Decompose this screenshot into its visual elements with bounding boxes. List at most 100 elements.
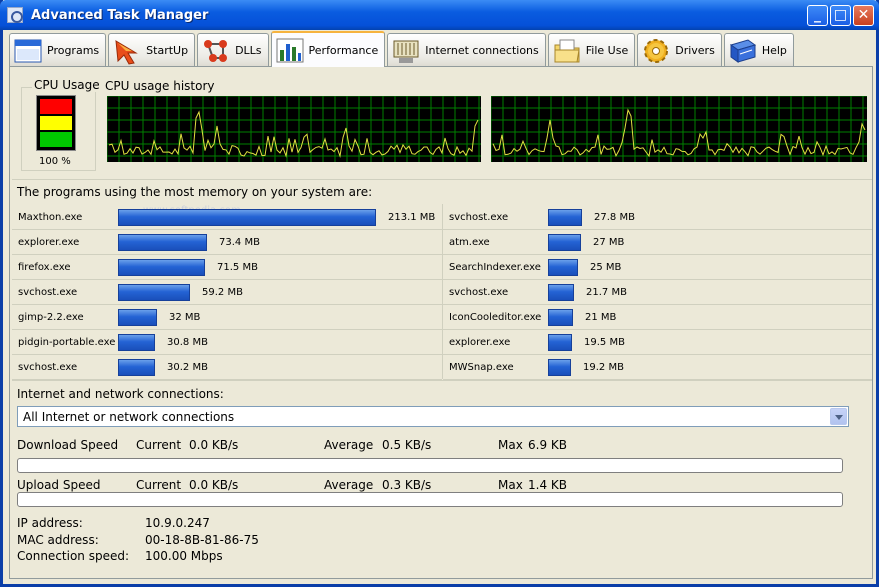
memory-bar — [548, 209, 582, 226]
upload-average-value: 0.3 KB/s — [382, 478, 432, 492]
memory-value: 21.7 MB — [586, 287, 627, 298]
upload-current-label: Current — [136, 478, 182, 492]
minimize-button[interactable]: _ — [807, 5, 828, 26]
process-name: gimp-2.2.exe — [18, 312, 84, 323]
dll-molecule-icon — [201, 37, 231, 65]
process-name: MWSnap.exe — [449, 362, 514, 373]
upload-current-value: 0.0 KB/s — [189, 478, 239, 492]
ip-address-value: 10.9.0.247 — [145, 516, 210, 530]
download-average-label: Average — [324, 438, 374, 452]
tab-startup[interactable]: StartUp — [108, 33, 196, 67]
memory-value: 71.5 MB — [217, 262, 258, 273]
maximize-button[interactable]: □ — [830, 5, 851, 26]
ip-address-label: IP address: — [17, 516, 83, 530]
help-book-icon — [728, 37, 758, 65]
memory-bar — [548, 259, 578, 276]
tab-label: Drivers — [675, 44, 715, 57]
tab-dlls[interactable]: DLLs — [197, 33, 269, 67]
meter-segment-yellow — [40, 115, 72, 131]
process-name: pidgin-portable.exe — [18, 337, 116, 348]
memory-row[interactable]: explorer.exe 73.4 MB — [12, 230, 442, 255]
startup-arrow-icon — [112, 37, 142, 65]
memory-row[interactable]: Maxthon.exe 213.1 MB — [12, 205, 442, 230]
download-progress-bar — [17, 458, 843, 473]
memory-bar — [118, 234, 207, 251]
tab-label: StartUp — [146, 44, 189, 57]
maximize-icon: □ — [833, 7, 848, 23]
cpu-history-graph-1 — [107, 96, 481, 162]
performance-chart-icon — [275, 36, 305, 64]
connection-select[interactable]: All Internet or network connections — [17, 406, 849, 427]
memory-row[interactable]: svchost.exe 27.8 MB — [443, 205, 872, 230]
title-bar[interactable]: Advanced Task Manager _ □ ✕ — [0, 0, 879, 30]
memory-row[interactable]: pidgin-portable.exe 30.8 MB — [12, 330, 442, 355]
process-name: Maxthon.exe — [18, 212, 83, 223]
memory-row[interactable]: SearchIndexer.exe 25 MB — [443, 255, 872, 280]
meter-segment-green — [40, 132, 72, 148]
network-icon — [391, 37, 421, 65]
cpu-usage-label: CPU Usage — [32, 78, 102, 92]
tab-internet-connections[interactable]: Internet connections — [387, 33, 546, 67]
window-title: Advanced Task Manager — [31, 7, 209, 23]
programs-window-icon — [13, 37, 43, 65]
tab-drivers[interactable]: Drivers — [637, 33, 722, 67]
network-section-title: Internet and network connections: — [17, 387, 224, 401]
tab-label: File Use — [585, 44, 629, 57]
app-icon[interactable] — [7, 7, 23, 23]
memory-row[interactable]: IconCooleditor.exe 21 MB — [443, 305, 872, 330]
upload-max-value: 1.4 KB — [528, 478, 567, 492]
upload-max-label: Max — [498, 478, 523, 492]
cpu-history-label: CPU usage history — [105, 79, 215, 93]
download-average-value: 0.5 KB/s — [382, 438, 432, 452]
tab-label: Help — [761, 44, 787, 57]
memory-bar — [118, 259, 205, 276]
process-name: svchost.exe — [449, 212, 509, 223]
folder-icon — [552, 37, 582, 65]
memory-value: 27 MB — [593, 237, 625, 248]
tab-bar: Programs StartUp DLLs Performance Intern… — [9, 31, 794, 67]
memory-bar — [118, 284, 190, 301]
memory-row[interactable]: firefox.exe 71.5 MB — [12, 255, 442, 280]
tab-help[interactable]: Help — [723, 33, 794, 67]
memory-value: 25 MB — [590, 262, 622, 273]
memory-row[interactable]: svchost.exe 21.7 MB — [443, 280, 872, 305]
connection-speed-label: Connection speed: — [17, 549, 130, 563]
memory-bar — [118, 334, 155, 351]
process-name: svchost.exe — [18, 287, 78, 298]
memory-value: 19.2 MB — [583, 362, 624, 373]
process-name: explorer.exe — [18, 237, 80, 248]
download-max-label: Max — [498, 438, 523, 452]
memory-value: 21 MB — [585, 312, 617, 323]
memory-value: 19.5 MB — [584, 337, 625, 348]
divider — [12, 380, 872, 381]
memory-bar — [118, 209, 376, 226]
cpu-history-graph-2 — [491, 96, 867, 162]
tab-label: Programs — [47, 44, 100, 57]
tab-file-use[interactable]: File Use — [547, 33, 636, 67]
process-name: explorer.exe — [449, 337, 511, 348]
process-name: firefox.exe — [18, 262, 71, 273]
memory-row[interactable]: svchost.exe 30.2 MB — [12, 355, 442, 380]
close-button[interactable]: ✕ — [853, 5, 874, 26]
memory-value: 73.4 MB — [219, 237, 260, 248]
process-name: svchost.exe — [449, 287, 509, 298]
chevron-down-icon[interactable] — [830, 408, 847, 425]
tab-performance[interactable]: Performance — [270, 31, 386, 67]
memory-bar — [548, 359, 571, 376]
tab-label: Internet connections — [425, 44, 539, 57]
download-current-value: 0.0 KB/s — [189, 438, 239, 452]
memory-row[interactable]: gimp-2.2.exe 32 MB — [12, 305, 442, 330]
upload-average-label: Average — [324, 478, 374, 492]
memory-row[interactable]: explorer.exe 19.5 MB — [443, 330, 872, 355]
tab-label: DLLs — [235, 44, 262, 57]
process-name: svchost.exe — [18, 362, 78, 373]
close-icon: ✕ — [857, 7, 870, 23]
memory-row[interactable]: MWSnap.exe 19.2 MB — [443, 355, 872, 380]
process-name: IconCooleditor.exe — [449, 312, 542, 323]
tab-programs[interactable]: Programs — [9, 33, 107, 67]
memory-row[interactable]: atm.exe 27 MB — [443, 230, 872, 255]
mac-address-label: MAC address: — [17, 533, 99, 547]
download-max-value: 6.9 KB — [528, 438, 567, 452]
memory-row[interactable]: svchost.exe 59.2 MB — [12, 280, 442, 305]
memory-section-title: The programs using the most memory on yo… — [17, 185, 373, 199]
